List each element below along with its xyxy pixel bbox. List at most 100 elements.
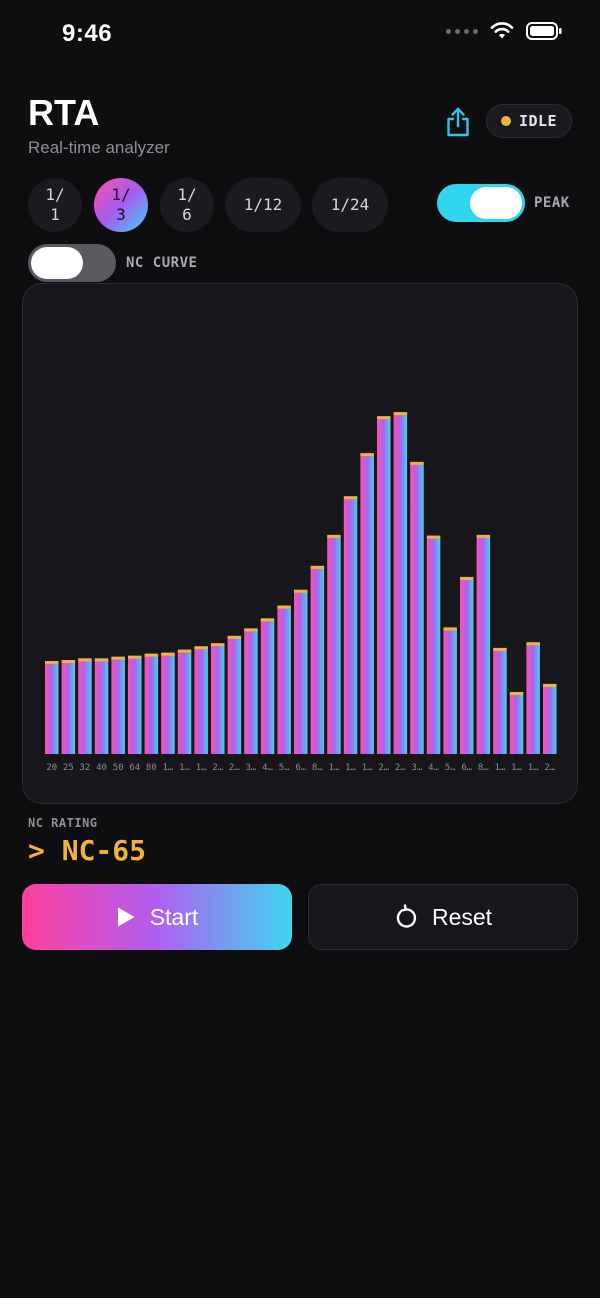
peak-toggle-label: PEAK [534,195,570,211]
peak-marker [211,643,225,647]
peak-marker [244,628,258,632]
spectrum-bar [94,659,109,754]
peak-marker [161,652,175,656]
spectrum-bar [161,654,175,754]
peak-marker [543,683,557,687]
frequency-tick-label: 1… [511,763,522,773]
spectrum-bar [277,607,291,754]
reset-button[interactable]: Reset [308,884,578,950]
frequency-tick-label: 2… [229,763,240,773]
spectrum-bar [543,685,557,754]
peak-marker [310,565,325,569]
battery-icon [526,22,562,40]
frequency-tick-label: 4… [428,763,439,773]
resolution-1-3-button[interactable]: 1/ 3 [94,178,148,232]
spectrum-bar [244,629,258,754]
reset-icon [396,904,417,928]
start-button-label: Start [149,903,199,930]
peak-marker [509,691,524,695]
reset-button-label: Reset [431,903,493,930]
peak-marker [360,453,374,457]
spectrum-bar [426,537,441,754]
spectrum-bar [476,536,491,754]
page-subtitle: Real-time analyzer [28,138,170,157]
status-badge-label: IDLE [518,112,558,130]
frequency-tick-label: 2… [544,763,555,773]
frequency-tick-label: 5… [445,763,456,773]
frequency-tick-label: 1… [163,763,174,773]
peak-marker [426,535,441,539]
frequency-tick-label: 1… [179,763,190,773]
peak-marker [343,496,358,500]
spectrum-bar [211,644,225,754]
spectrum-bar [443,628,457,754]
nc-rating-label: NC RATING [28,816,98,830]
peak-marker [294,589,308,593]
nc-rating-value: > NC-65 [28,834,147,867]
frequency-tick-label: 20 [46,763,57,773]
peak-marker [327,534,341,538]
frequency-tick-label: 6… [461,763,472,773]
frequency-tick-label: 3… [412,763,423,773]
spectrum-bar [194,647,208,754]
spectrum-chart: 20 25 32 40 50 64 80 1… 1… 1… 2… 2… 3… 4… 5… 6… 8… 1… 1… 1…… [22,283,578,804]
frequency-tick-label: 3… [246,763,257,773]
spectrum-bar [61,661,76,754]
cellular-signal-icon [446,28,478,34]
frequency-tick-label: 25 [63,763,74,773]
frequency-tick-label: 2… [212,763,223,773]
status-bar: 9:46 [0,0,600,70]
frequency-tick-label: 1… [362,763,373,773]
share-icon [447,107,469,137]
spectrum-bar [377,417,391,754]
frequency-tick-label: 8… [478,763,489,773]
resolution-1-12-button[interactable]: 1/12 [225,178,301,232]
peak-marker [476,534,491,538]
status-time: 9:46 [62,20,113,47]
spectrum-chart-svg: 20 25 32 40 50 64 80 1… 1… 1… 2… 2… 3… 4… 5… 6… 8… 1… 1… 1…… [45,412,557,773]
peak-marker [227,635,242,639]
spectrum-bar [128,657,142,754]
peak-marker [177,649,192,653]
spectrum-bar [45,662,59,754]
spectrum-bar [410,463,424,754]
frequency-tick-label: 5… [279,763,290,773]
frequency-tick-label: 40 [96,763,107,773]
frequency-tick-label: 1… [196,763,207,773]
peak-marker [61,660,76,663]
spectrum-bar [393,413,408,754]
frequency-tick-label: 80 [146,763,157,773]
peak-marker [443,627,457,631]
resolution-1-6-button[interactable]: 1/ 6 [160,178,214,232]
peak-marker [194,646,208,650]
resolution-1-24-button[interactable]: 1/24 [312,178,388,232]
frequency-tick-label: 2… [395,763,406,773]
spectrum-bar [526,643,540,754]
frequency-tick-label: 64 [129,763,140,773]
peak-marker [277,605,291,609]
peak-toggle-knob [470,187,522,219]
spectrum-bar [310,567,325,754]
spectrum-bar [78,659,92,754]
status-icons [446,22,562,40]
nc-curve-toggle[interactable] [28,244,116,282]
peak-marker [78,658,92,662]
nc-curve-toggle-label: NC CURVE [126,255,198,271]
spectrum-bar [177,651,192,754]
peak-marker [526,642,540,646]
peak-marker [128,655,142,659]
frequency-tick-label: 1… [495,763,506,773]
frequency-tick-label: 1… [329,763,340,773]
peak-marker [460,576,474,580]
spectrum-bar [360,454,374,754]
peak-toggle[interactable] [437,184,525,222]
frequency-tick-label: 50 [113,763,124,773]
peak-marker [111,656,125,660]
spectrum-bar [460,578,474,754]
start-button[interactable]: Start [22,884,292,950]
share-button[interactable] [440,104,476,140]
peak-marker [45,661,59,665]
spectrum-bar [111,658,125,754]
peak-marker [393,412,408,416]
resolution-1-1-button[interactable]: 1/ 1 [28,178,82,232]
